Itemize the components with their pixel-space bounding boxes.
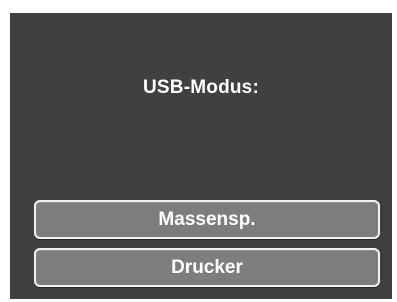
printer-option-button[interactable]: Drucker [34, 248, 380, 287]
screen-title: USB-Modus: [143, 77, 259, 98]
usb-mode-screen: USB-Modus: Massensp. Drucker [10, 13, 392, 299]
mass-storage-option-button[interactable]: Massensp. [34, 200, 380, 239]
